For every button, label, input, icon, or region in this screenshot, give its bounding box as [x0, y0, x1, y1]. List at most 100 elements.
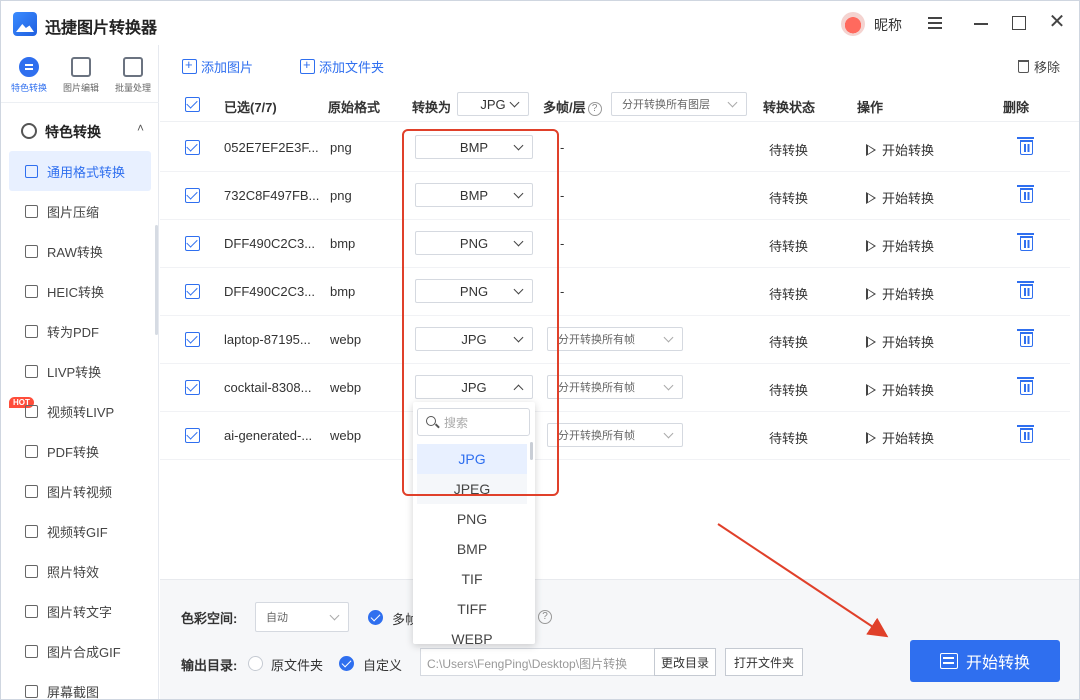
- change-dir-button[interactable]: 更改目录: [654, 648, 716, 676]
- sidebar-item-compress[interactable]: 图片压缩: [9, 191, 151, 231]
- chevron-up-icon: ˄: [137, 121, 145, 135]
- sidebar-item-heic[interactable]: HEIC转换: [9, 271, 151, 311]
- close-icon[interactable]: ✕: [1047, 12, 1067, 33]
- start-convert-link[interactable]: 开始转换: [866, 140, 934, 159]
- delete-icon[interactable]: [1017, 281, 1034, 299]
- start-convert-link[interactable]: 开始转换: [866, 188, 934, 207]
- sidebar-item-ocr[interactable]: 图片转文字: [9, 591, 151, 631]
- format-option[interactable]: JPEG: [417, 474, 527, 504]
- user-nickname[interactable]: 昵称: [874, 15, 902, 35]
- delete-icon[interactable]: [1017, 425, 1034, 443]
- start-convert-link[interactable]: 开始转换: [866, 332, 934, 351]
- format-option[interactable]: PNG: [417, 504, 527, 534]
- add-image-button[interactable]: 添加图片: [182, 57, 253, 76]
- format-option[interactable]: BMP: [417, 534, 527, 564]
- delete-icon[interactable]: [1017, 185, 1034, 203]
- target-format-select[interactable]: PNG: [415, 279, 533, 303]
- custom-folder-radio[interactable]: [339, 656, 354, 671]
- dropdown-scrollbar[interactable]: [530, 442, 533, 460]
- original-folder-label: 原文件夹: [271, 658, 324, 673]
- frames-select[interactable]: 分开转换所有帧: [547, 375, 683, 399]
- remove-button[interactable]: 移除: [1018, 57, 1060, 76]
- delete-icon[interactable]: [1017, 377, 1034, 395]
- target-format-select[interactable]: BMP: [415, 135, 533, 159]
- minimize-icon[interactable]: [971, 13, 991, 33]
- sidebar-item-raw[interactable]: RAW转换: [9, 231, 151, 271]
- sidebar-item-screenshot[interactable]: 屏幕截图: [9, 671, 151, 700]
- row-checkbox[interactable]: [185, 188, 200, 203]
- sidebar-scrollbar[interactable]: [155, 225, 158, 335]
- chevron-down-icon: [513, 188, 524, 199]
- delete-icon[interactable]: [1017, 137, 1034, 155]
- sidebar-item-effects[interactable]: 照片特效: [9, 551, 151, 591]
- row-checkbox[interactable]: [185, 236, 200, 251]
- topnav-batch[interactable]: 批量处理: [108, 51, 158, 99]
- format-option[interactable]: WEBP: [417, 624, 527, 644]
- sidebar-item-merge-gif[interactable]: 图片合成GIF: [9, 631, 151, 671]
- select-all-checkbox[interactable]: [185, 97, 200, 112]
- maximize-icon[interactable]: [1009, 13, 1029, 33]
- frames-select-value: 分开转换所有帧: [558, 382, 635, 394]
- format-option[interactable]: JPG: [417, 444, 527, 474]
- target-format-select[interactable]: JPG: [415, 327, 533, 351]
- open-folder-button[interactable]: 打开文件夹: [725, 648, 803, 676]
- frames-select[interactable]: 分开转换所有帧: [547, 327, 683, 351]
- original-folder-radio[interactable]: [248, 656, 263, 671]
- row-checkbox[interactable]: [185, 332, 200, 347]
- target-format-select[interactable]: BMP: [415, 183, 533, 207]
- header-orig-format: 原始格式: [328, 100, 381, 115]
- start-convert-link[interactable]: 开始转换: [866, 380, 934, 399]
- topnav-feature-convert[interactable]: 特色转换: [4, 51, 54, 99]
- format-icon: [25, 164, 38, 178]
- start-convert-link[interactable]: 开始转换: [866, 236, 934, 255]
- delete-icon[interactable]: [1017, 233, 1034, 251]
- livp-icon: [25, 364, 38, 378]
- color-space-select[interactable]: 自动: [255, 602, 349, 632]
- status-text: 待转换: [769, 143, 809, 158]
- start-convert-link[interactable]: 开始转换: [866, 284, 934, 303]
- section-title: 特色转换: [45, 124, 101, 140]
- section-header[interactable]: 特色转换 ˄: [21, 121, 151, 141]
- sidebar-item-video-livp[interactable]: HOT 视频转LIVP: [9, 391, 151, 431]
- multi-frame-checkbox[interactable]: [368, 610, 383, 625]
- output-path-input[interactable]: C:\Users\FengPing\Desktop\图片转换: [420, 648, 655, 676]
- sidebar-item-label: LIVP转换: [47, 364, 102, 380]
- start-convert-link[interactable]: 开始转换: [866, 428, 934, 447]
- row-checkbox[interactable]: [185, 284, 200, 299]
- sidebar-item-label: 照片特效: [47, 564, 100, 580]
- footer-panel: 色彩空间: 自动 多帧 ? 输出目录: 原文件夹 自定义 C:\Users\Fe…: [160, 579, 1079, 699]
- sidebar-item-to-pdf[interactable]: 转为PDF: [9, 311, 151, 351]
- frames-select[interactable]: 分开转换所有帧: [547, 423, 683, 447]
- row-checkbox[interactable]: [185, 140, 200, 155]
- sidebar-item-pdf-convert[interactable]: PDF转换: [9, 431, 151, 471]
- row-checkbox[interactable]: [185, 428, 200, 443]
- target-format-select-open[interactable]: JPG: [415, 375, 533, 399]
- file-name: ai-generated-...: [224, 428, 313, 443]
- convert-all-select[interactable]: JPG: [457, 92, 529, 116]
- delete-icon[interactable]: [1017, 329, 1034, 347]
- topnav-label: 特色转换: [10, 83, 47, 93]
- help-icon[interactable]: ?: [538, 610, 552, 624]
- sidebar-item-label: 图片转视频: [47, 484, 113, 500]
- dropdown-search-input[interactable]: 搜索: [417, 408, 530, 436]
- sidebar-item-image-video[interactable]: 图片转视频: [9, 471, 151, 511]
- start-convert-button[interactable]: 开始转换: [910, 640, 1060, 682]
- sidebar-item-video-gif[interactable]: 视频转GIF: [9, 511, 151, 551]
- multi-frame-all-select[interactable]: 分开转换所有图层: [611, 92, 747, 116]
- sidebar-item-livp[interactable]: LIVP转换: [9, 351, 151, 391]
- table-row: ai-generated-... webp 分开转换所有帧 待转换 开始转换: [160, 412, 1070, 460]
- target-format-value: BMP: [459, 139, 489, 155]
- target-format-select[interactable]: PNG: [415, 231, 533, 255]
- help-icon[interactable]: ?: [587, 102, 602, 116]
- chevron-down-icon: [513, 140, 524, 151]
- avatar[interactable]: [841, 12, 865, 36]
- topnav-image-edit[interactable]: 图片编辑: [56, 51, 106, 99]
- format-option[interactable]: TIF: [417, 564, 527, 594]
- format-option[interactable]: TIFF: [417, 594, 527, 624]
- play-icon: [866, 336, 876, 349]
- sidebar-item-general-convert[interactable]: 通用格式转换: [9, 151, 151, 191]
- row-checkbox[interactable]: [185, 380, 200, 395]
- frames-value: -: [560, 188, 565, 203]
- menu-icon[interactable]: [925, 13, 945, 33]
- add-folder-button[interactable]: 添加文件夹: [300, 57, 384, 76]
